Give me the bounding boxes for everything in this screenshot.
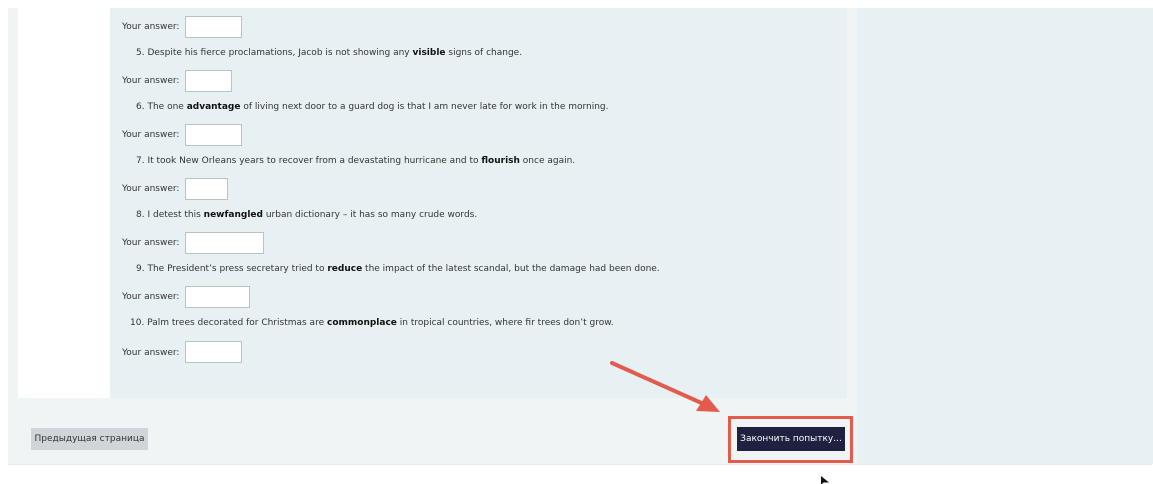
answer-field-8[interactable] — [185, 232, 264, 254]
question-number: 10. — [130, 318, 145, 328]
finish-attempt-button[interactable]: Закончить попытку... — [737, 427, 845, 451]
answer-label: Your answer: — [122, 22, 180, 32]
left-strip — [18, 8, 110, 398]
question-text: signs of change. — [445, 48, 523, 58]
question-text: I detest this — [147, 210, 204, 220]
target-word: flourish — [481, 156, 520, 166]
question-text: once again. — [519, 156, 576, 166]
question-text: Despite his fierce proclamations, Jacob … — [147, 48, 413, 58]
question-text: It took New Orleans years to recover fro… — [147, 156, 482, 166]
question-10: 10. Palm trees decorated for Christmas a… — [130, 318, 614, 328]
answer-label: Your answer: — [122, 238, 180, 248]
answer-field-7[interactable] — [185, 178, 228, 200]
target-word: visible — [412, 48, 446, 58]
question-number: 8. — [136, 210, 145, 220]
question-9: 9. The President’s press secretary tried… — [136, 264, 660, 274]
question-number: 9. — [136, 264, 145, 274]
previous-page-button[interactable]: Предыдущая страница — [31, 428, 148, 450]
question-text: the impact of the latest scandal, but th… — [362, 264, 660, 274]
target-word: commonplace — [326, 318, 397, 328]
answer-label: Your answer: — [122, 184, 180, 194]
arrow-icon — [610, 361, 720, 412]
question-text: Palm trees decorated for Christmas are — [147, 318, 327, 328]
answer-field-9[interactable] — [185, 286, 250, 308]
answer-field-5[interactable] — [185, 70, 232, 92]
answer-field-6[interactable] — [185, 124, 242, 146]
question-7: 7. It took New Orleans years to recover … — [136, 156, 575, 166]
question-8: 8. I detest this newfangled urban dictio… — [136, 210, 477, 220]
cursor-icon — [821, 476, 829, 484]
question-area — [110, 8, 847, 398]
answer-label: Your answer: — [122, 292, 180, 302]
target-word: reduce — [327, 264, 363, 274]
question-number: 7. — [136, 156, 145, 166]
answer-field-10[interactable] — [185, 341, 242, 363]
question-text: of living next door to a guard dog is th… — [240, 102, 609, 112]
question-number: 6. — [136, 102, 145, 112]
quiz-page: Your answer: 5. Despite his fierce procl… — [0, 0, 1153, 484]
target-word: advantage — [186, 102, 241, 112]
question-number: 5. — [136, 48, 145, 58]
answer-label: Your answer: — [122, 130, 180, 140]
right-pane — [857, 8, 1153, 464]
answer-label: Your answer: — [122, 76, 180, 86]
question-5: 5. Despite his fierce proclamations, Jac… — [136, 48, 522, 58]
answer-label: Your answer: — [122, 348, 180, 358]
answer-field-4[interactable] — [185, 16, 242, 38]
question-text: The one — [147, 102, 187, 112]
target-word: newfangled — [203, 210, 263, 220]
question-text: urban dictionary – it has so many crude … — [262, 210, 478, 220]
question-text: in tropical countries, where fir trees d… — [396, 318, 614, 328]
question-6: 6. The one advantage of living next door… — [136, 102, 609, 112]
question-text: The President’s press secretary tried to — [147, 264, 328, 274]
